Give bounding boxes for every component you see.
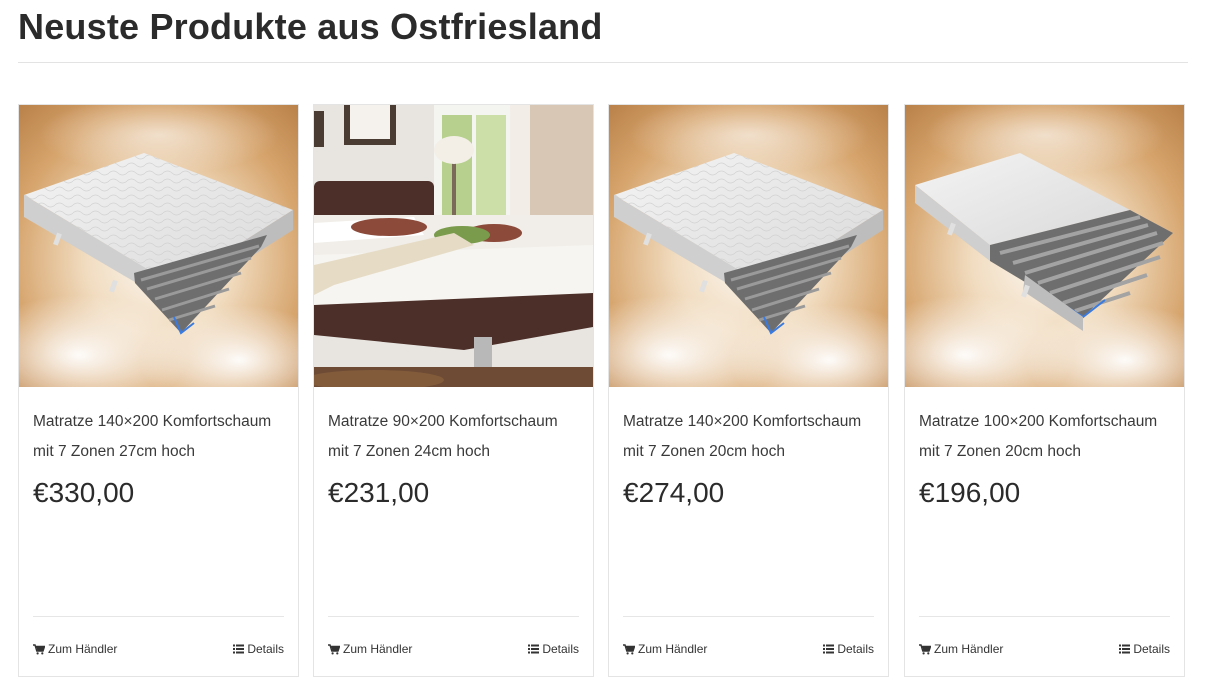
- product-card: Matratze 100×200 Komfortschaum mit 7 Zon…: [904, 104, 1185, 677]
- product-image[interactable]: [19, 105, 298, 387]
- card-divider: [919, 616, 1170, 617]
- product-name[interactable]: Matratze 100×200 Komfortschaum mit 7 Zon…: [919, 407, 1171, 467]
- product-price: €231,00: [328, 477, 430, 508]
- product-card: Matratze 140×200 Komfortschaum mit 7 Zon…: [18, 104, 299, 677]
- product-price: €196,00: [919, 477, 1021, 508]
- card-divider: [33, 616, 284, 617]
- details-label: Details: [837, 642, 874, 656]
- details-button[interactable]: Details: [823, 642, 874, 656]
- title-divider: [18, 62, 1188, 63]
- product-image[interactable]: [905, 105, 1184, 387]
- details-button[interactable]: Details: [528, 642, 579, 656]
- shopping-cart-icon: [623, 643, 635, 654]
- product-image[interactable]: [609, 105, 888, 387]
- details-label: Details: [1133, 642, 1170, 656]
- list-icon: [1119, 644, 1131, 654]
- to-retailer-label: Zum Händler: [48, 642, 118, 656]
- details-button[interactable]: Details: [1119, 642, 1170, 656]
- details-label: Details: [542, 642, 579, 656]
- product-price: €274,00: [623, 477, 725, 508]
- list-icon: [233, 644, 245, 654]
- card-divider: [623, 616, 874, 617]
- product-card: Matratze 90×200 Komfortschaum mit 7 Zone…: [313, 104, 594, 677]
- to-retailer-button[interactable]: Zum Händler: [623, 642, 707, 656]
- to-retailer-button[interactable]: Zum Händler: [33, 642, 117, 656]
- to-retailer-label: Zum Händler: [638, 642, 708, 656]
- to-retailer-label: Zum Händler: [343, 642, 413, 656]
- list-icon: [823, 644, 835, 654]
- shopping-cart-icon: [328, 643, 340, 654]
- section-title: Neuste Produkte aus Ostfriesland: [18, 6, 603, 47]
- details-label: Details: [247, 642, 284, 656]
- list-icon: [528, 644, 540, 654]
- to-retailer-button[interactable]: Zum Händler: [919, 642, 1003, 656]
- product-card: Matratze 140×200 Komfortschaum mit 7 Zon…: [608, 104, 889, 677]
- product-name[interactable]: Matratze 90×200 Komfortschaum mit 7 Zone…: [328, 407, 580, 467]
- product-grid: Matratze 140×200 Komfortschaum mit 7 Zon…: [18, 104, 1188, 678]
- product-image[interactable]: [314, 105, 593, 387]
- to-retailer-button[interactable]: Zum Händler: [328, 642, 412, 656]
- shopping-cart-icon: [33, 643, 45, 654]
- product-section: Neuste Produkte aus Ostfriesland Matratz…: [0, 0, 1206, 687]
- to-retailer-label: Zum Händler: [934, 642, 1004, 656]
- product-price: €330,00: [33, 477, 135, 508]
- shopping-cart-icon: [919, 643, 931, 654]
- product-name[interactable]: Matratze 140×200 Komfortschaum mit 7 Zon…: [623, 407, 875, 467]
- card-divider: [328, 616, 579, 617]
- details-button[interactable]: Details: [233, 642, 284, 656]
- product-name[interactable]: Matratze 140×200 Komfortschaum mit 7 Zon…: [33, 407, 285, 467]
